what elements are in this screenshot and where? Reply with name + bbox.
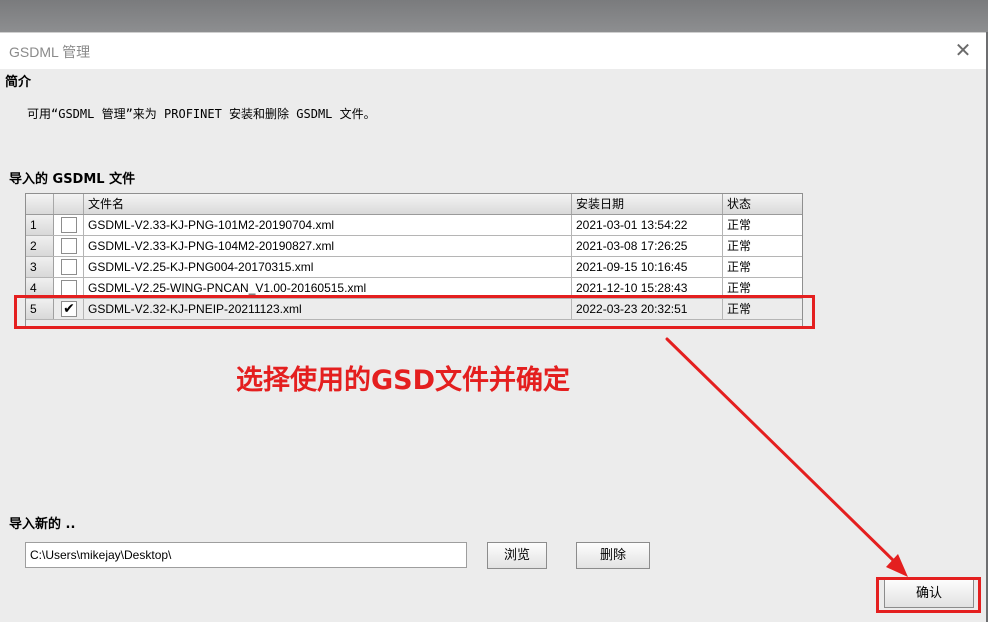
arrow-icon xyxy=(665,337,908,577)
